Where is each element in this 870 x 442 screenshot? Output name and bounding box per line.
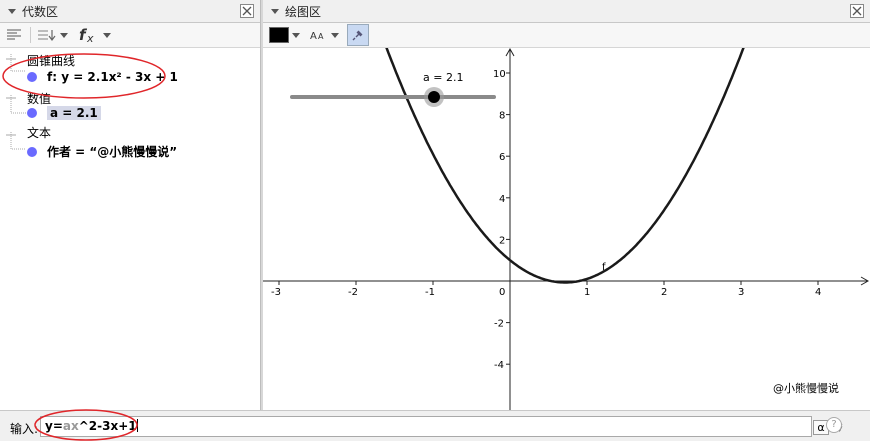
graphics-header: 绘图区 [263,0,870,23]
x-tick-label: 1 [584,287,590,298]
pin-icon[interactable] [347,24,369,46]
y-tick-label: -4 [494,360,504,371]
curve-label: f [602,262,606,273]
x-tick-label: -2 [348,287,358,298]
object-label: 作者 = “@小熊慢慢说” [47,145,178,159]
color-picker-button[interactable] [269,25,300,45]
slider-label: a = 2.1 [423,71,463,84]
input-field[interactable]: y=ax^2-3x+1 α ▲▼ [40,416,842,437]
y-tick-label: 10 [493,69,506,80]
svg-text:A: A [310,31,317,42]
annotation-ellipse [34,409,138,441]
y-tick-label: 4 [499,194,505,205]
graphics-view[interactable]: 绘图区 AA -3 -2 -1 0 1 2 3 4 10 8 6 4 2 -2 -4 f a = 2.1 [263,0,870,410]
object-row-author[interactable]: 作者 = “@小熊慢慢说” [27,143,177,160]
algebra-view: 代数区 fx 圆锥曲线 f: y = 2.1x² - 3x + 1 数值 a =… [0,0,260,410]
svg-text:A: A [318,32,324,41]
plot-area[interactable]: -3 -2 -1 0 1 2 3 4 10 8 6 4 2 -2 -4 f a = 2.1 @小熊慢慢说 [263,48,870,410]
category-label: 文本 [27,126,52,140]
x-tick-label: 2 [661,287,667,298]
close-icon[interactable] [850,4,864,18]
graphics-toolbar: AA [263,23,870,48]
slider-knob[interactable] [428,91,440,103]
author-text: @小熊慢慢说 [773,381,839,395]
x-tick-label: 4 [815,287,821,298]
x-tick-label: 0 [499,287,505,298]
input-bar: 输入: y=ax^2-3x+1 α ▲▼ ? [0,409,870,441]
category-text[interactable]: 文本 [27,124,51,141]
y-tick-label: 6 [499,152,505,163]
help-icon[interactable]: ? [826,417,842,433]
x-tick-label: -3 [271,287,281,298]
graphics-title: 绘图区 [285,4,322,19]
x-tick-label: 3 [738,287,744,298]
collapse-icon[interactable] [271,8,279,14]
text-size-button[interactable]: AA [310,25,339,45]
x-tick-label: -1 [425,287,435,298]
y-tick-label: -2 [494,319,504,330]
visibility-dot-icon[interactable] [27,146,37,157]
color-swatch-icon [269,27,289,43]
y-tick-label: 8 [499,111,505,122]
annotation-ellipse [2,53,166,99]
y-tick-label: 2 [499,235,505,246]
